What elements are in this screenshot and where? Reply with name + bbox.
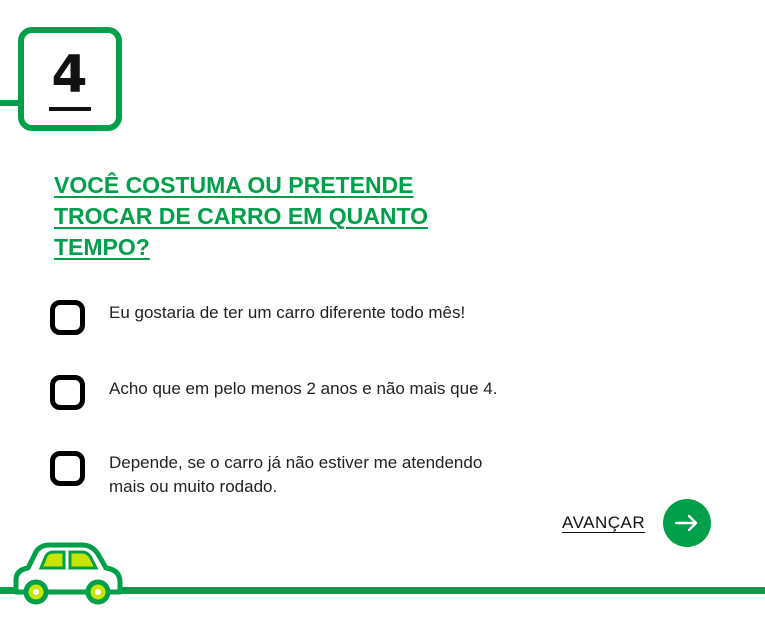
- option-1-checkbox[interactable]: [50, 300, 85, 335]
- arrow-right-icon: [674, 514, 698, 532]
- car-icon: [13, 542, 123, 605]
- step-indicator: 4: [18, 27, 122, 131]
- option-1[interactable]: Eu gostaria de ter um carro diferente to…: [50, 300, 499, 335]
- option-3-checkbox[interactable]: [50, 451, 85, 486]
- option-2[interactable]: Acho que em pelo menos 2 anos e não mais…: [50, 375, 499, 410]
- question-title: VOCÊ COSTUMA OU PRETENDE TROCAR DE CARRO…: [54, 172, 428, 260]
- next-control[interactable]: AVANÇAR: [562, 499, 712, 547]
- next-button[interactable]: [663, 499, 712, 547]
- option-1-label[interactable]: Eu gostaria de ter um carro diferente to…: [109, 301, 499, 325]
- option-3[interactable]: Depende, se o carro já não estiver me at…: [50, 451, 489, 499]
- option-2-checkbox[interactable]: [50, 375, 85, 410]
- next-link[interactable]: AVANÇAR: [562, 513, 645, 533]
- step-number: 4: [49, 45, 91, 111]
- option-3-label[interactable]: Depende, se o carro já não estiver me at…: [109, 451, 489, 499]
- option-2-label[interactable]: Acho que em pelo menos 2 anos e não mais…: [109, 377, 499, 401]
